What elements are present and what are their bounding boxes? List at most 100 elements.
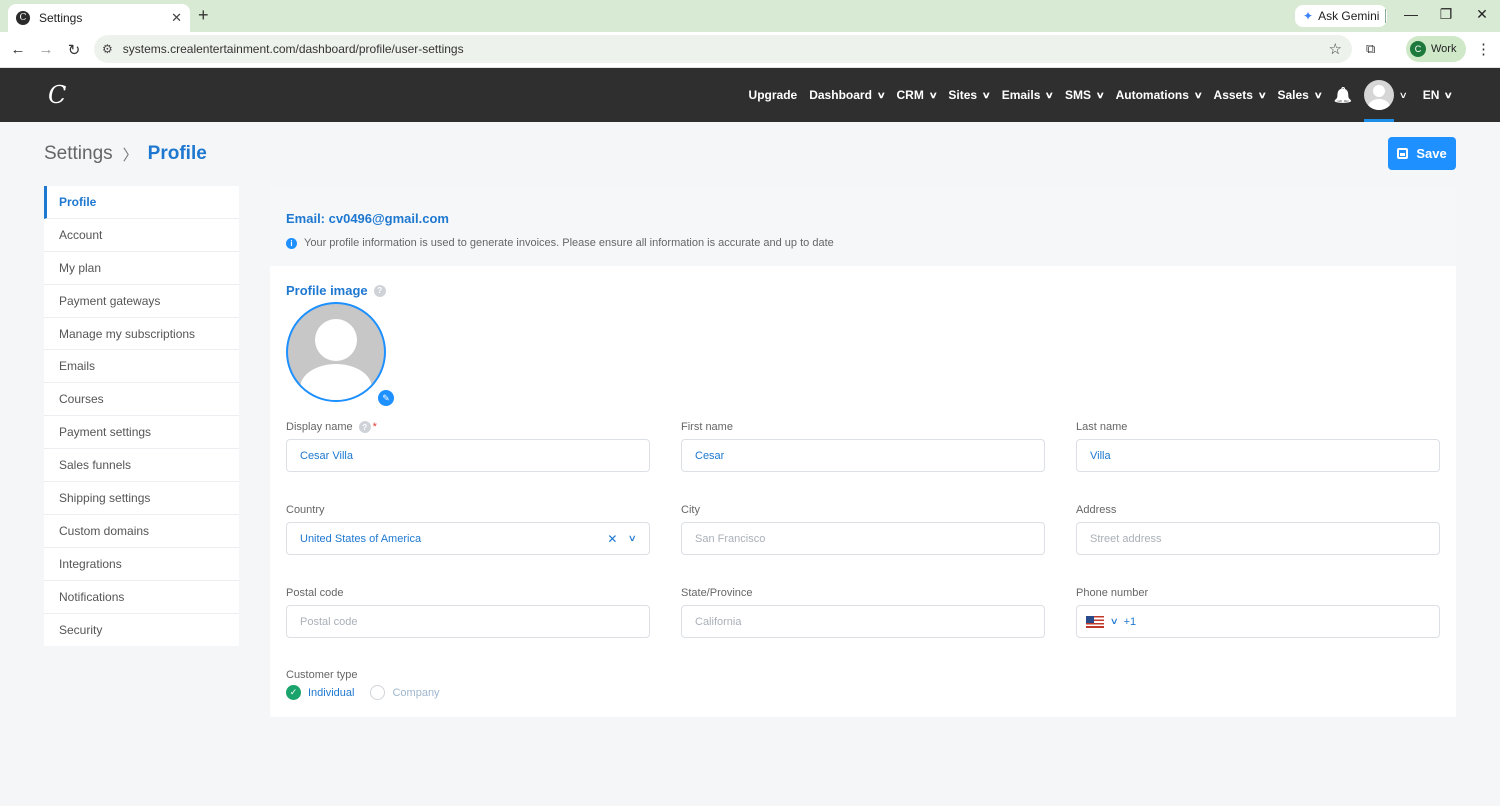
sidebar-item-account[interactable]: Account [44,219,239,252]
browser-address-bar: ← → ↻ ⚙ systems.crealentertainment.com/d… [0,32,1500,68]
sidebar-item-custom-domains[interactable]: Custom domains [44,515,239,548]
clear-icon[interactable]: ✕ [607,532,617,546]
help-icon[interactable]: ? [373,284,386,297]
display-name-field: Display name ? * Cesar Villa [286,419,650,472]
sidebar-item-notifications[interactable]: Notifications [44,581,239,614]
nav-item-automations[interactable]: Automations ∨ [1116,88,1203,102]
info-note: i Your profile information is used to ge… [286,237,1440,249]
reload-icon[interactable]: ↻ [65,41,83,59]
new-tab-button[interactable]: + [198,6,209,24]
close-tab-icon[interactable]: ✕ [171,10,182,26]
address-input[interactable]: Street address [1076,522,1440,555]
bookmark-star-icon[interactable]: ☆ [1329,40,1342,58]
chevron-down-icon[interactable]: ∨ [1110,616,1119,627]
first-name-label: First name [681,421,733,433]
site-settings-icon[interactable]: ⚙ [102,42,113,56]
last-name-input[interactable]: Villa [1076,439,1440,472]
sidebar-item-label: Sales funnels [59,458,132,473]
nav-item-crm[interactable]: CRM ∨ [897,88,938,102]
nav-item-dashboard[interactable]: Dashboard ∨ [809,88,886,102]
nav-item-emails[interactable]: Emails ∨ [1001,88,1055,102]
chevron-down-icon[interactable]: ∨ [628,533,637,544]
sidebar-item-label: Payment gateways [59,293,161,308]
brand-logo[interactable]: C [48,81,66,109]
phone-field: Phone number ∨ +1 [1076,585,1440,638]
floppy-disk-icon [1397,148,1409,159]
sidebar-item-profile[interactable]: Profile [44,186,239,219]
tab-search-icon[interactable]: ⧉ [1366,41,1375,57]
sidebar-item-payment-gateways[interactable]: Payment gateways [44,285,239,318]
breadcrumb-settings[interactable]: Settings [44,143,113,165]
user-menu[interactable] [1364,68,1395,122]
us-flag-icon[interactable] [1086,615,1104,628]
postal-code-input[interactable]: Postal code [286,605,650,638]
bell-icon[interactable]: 🔔 [1333,86,1352,104]
sidebar-item-shipping-settings[interactable]: Shipping settings [44,482,239,515]
edit-pencil-icon[interactable]: ✎ [376,388,396,408]
city-label: City [681,504,700,516]
save-button[interactable]: Save [1388,137,1456,170]
nav-item-label: Emails [1001,88,1041,102]
sidebar-item-manage-my-subscriptions[interactable]: Manage my subscriptions [44,318,239,351]
state-field: State/Province California [681,585,1045,638]
last-name-label: Last name [1076,421,1128,433]
help-icon[interactable]: ? [358,421,371,433]
first-name-input[interactable]: Cesar [681,439,1045,472]
chevron-down-icon: ∨ [1045,89,1055,100]
back-arrow-icon[interactable]: ← [9,41,27,58]
city-input[interactable]: San Francisco [681,522,1045,555]
first-name-value: Cesar [695,449,725,462]
sidebar-item-sales-funnels[interactable]: Sales funnels [44,449,239,483]
sidebar-item-payment-settings[interactable]: Payment settings [44,416,239,450]
sidebar-item-label: Integrations [59,556,122,571]
radio-circle-icon [370,685,386,700]
divider [1385,9,1386,23]
customer-type-company-radio[interactable]: Company [370,685,440,700]
country-select[interactable]: United States of America ✕ ∨ [286,522,650,555]
check-circle-icon: ✓ [286,685,301,700]
nav-item-sms[interactable]: SMS ∨ [1065,88,1105,102]
display-name-input[interactable]: Cesar Villa [286,439,650,472]
tab-title: Settings [39,11,83,25]
restore-icon[interactable]: ❐ [1436,6,1456,23]
url-text: systems.crealentertainment.com/dashboard… [122,42,464,56]
gemini-sparkle-icon: ✦ [1303,9,1314,23]
display-name-label-text: Display name [286,421,353,433]
ask-gemini-button[interactable]: ✦ Ask Gemini [1295,5,1388,27]
nav-item-sales[interactable]: Sales ∨ [1278,88,1323,102]
sidebar-item-label: Emails [59,359,96,374]
radio-label: Company [392,686,440,699]
main-menu: Upgrade Dashboard ∨ CRM ∨ Sites ∨ Emails ∨ SMS ∨ Au… [737,68,1454,122]
city-field: City San Francisco [681,502,1045,555]
forward-arrow-icon[interactable]: → [37,41,55,58]
settings-sidebar: Profile Account My plan Payment gateways Man… [44,186,239,647]
browser-menu-icon[interactable]: ⋮ [1476,40,1491,58]
profile-image[interactable] [286,302,386,402]
nav-item-upgrade[interactable]: Upgrade [749,88,798,102]
minimize-icon[interactable]: — [1401,6,1421,22]
sidebar-item-my-plan[interactable]: My plan [44,252,239,285]
close-window-icon[interactable]: ✕ [1472,6,1492,23]
chevron-down-icon[interactable]: ∨ [1399,90,1408,101]
sidebar-item-security[interactable]: Security [44,614,239,647]
sidebar-item-courses[interactable]: Courses [44,383,239,417]
url-field[interactable]: ⚙ systems.crealentertainment.com/dashboa… [94,35,1352,63]
sidebar-item-label: Payment settings [59,425,152,440]
info-text: Your profile information is used to gene… [304,237,834,249]
chevron-down-icon: ∨ [1313,89,1323,100]
state-input[interactable]: California [681,605,1045,638]
chevron-down-icon: ∨ [928,89,938,100]
browser-tab[interactable]: C Settings ✕ [8,4,190,32]
save-label: Save [1416,146,1447,161]
browser-profile-button[interactable]: C Work [1406,36,1467,62]
sidebar-item-label: Account [59,227,103,242]
sidebar-item-emails[interactable]: Emails [44,350,239,384]
nav-item-sites[interactable]: Sites ∨ [948,88,991,102]
nav-item-label: Upgrade [748,88,798,102]
nav-item-assets[interactable]: Assets ∨ [1214,88,1267,102]
language-selector[interactable]: EN ∨ [1423,88,1454,102]
sidebar-item-integrations[interactable]: Integrations [44,548,239,581]
phone-input[interactable]: ∨ +1 [1076,605,1440,638]
ask-gemini-label: Ask Gemini [1318,9,1380,23]
customer-type-individual-radio[interactable]: ✓ Individual [286,685,354,700]
